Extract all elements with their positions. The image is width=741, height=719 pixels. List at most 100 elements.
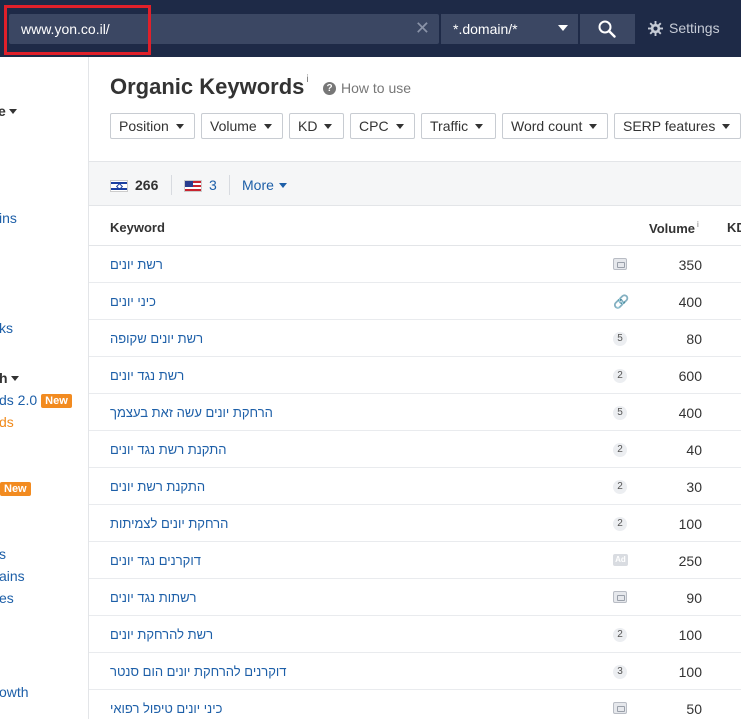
search-button[interactable] [580, 14, 635, 44]
table-row: דוקרנים נגד יונים Ad 250 [89, 542, 741, 579]
mode-dropdown[interactable]: *.domain/* [441, 14, 578, 44]
keyword-link[interactable]: רשת נגד יונים [110, 368, 184, 383]
main-content: Organic Keywords i ? How to use Position … [89, 57, 741, 719]
volume-value: 100 [678, 627, 702, 643]
sidebar-item-overview[interactable]: e [0, 103, 17, 119]
sidebar-item-links[interactable]: ks [0, 320, 13, 336]
table-row: התקנת רשת נגד יונים 2 40 [89, 431, 741, 468]
settings-button[interactable]: Settings [648, 20, 720, 36]
col-volume[interactable]: Volume i [649, 220, 699, 236]
filter-cpc[interactable]: CPC [350, 113, 415, 139]
volume-value: 50 [686, 701, 702, 717]
country-count-us[interactable]: 3 [209, 177, 217, 193]
ad-icon[interactable]: Ad [613, 554, 628, 566]
sidebar-item-competing-domains[interactable]: ains [0, 568, 25, 584]
sidebar-item-new-feature[interactable]: New [0, 480, 31, 496]
serp-count-badge[interactable]: 5 [613, 332, 627, 346]
sidebar-item-pages[interactable]: s [0, 546, 6, 562]
gear-icon [648, 20, 663, 36]
caret-down-icon [589, 124, 598, 129]
caret-down-icon [8, 109, 17, 114]
col-kd[interactable]: KD [727, 220, 741, 235]
table-row: רשת יונים 350 [89, 246, 741, 283]
table-row: רשת נגד יונים 2 600 [89, 357, 741, 394]
keyword-link[interactable]: הרחקת יונים עשה זאת בעצמך [110, 405, 273, 420]
volume-value: 100 [678, 664, 702, 680]
new-badge: New [41, 394, 72, 408]
keyword-link[interactable]: דוקרנים להרחקת יונים הום סנטר [110, 664, 286, 679]
serp-count-badge[interactable]: 2 [613, 480, 627, 494]
keyword-link[interactable]: כיני יונים [110, 294, 156, 309]
serp-count-badge[interactable]: 2 [613, 369, 627, 383]
volume-value: 400 [678, 405, 702, 421]
col-keyword[interactable]: Keyword [110, 220, 165, 235]
keyword-link[interactable]: התקנת רשת יונים [110, 479, 205, 494]
volume-value: 100 [678, 516, 702, 532]
table-row: כיני יונים 🔗 400 [89, 283, 741, 320]
sidebar-item-keywords-2[interactable]: ds 2.0 New [0, 392, 72, 408]
question-icon: ? [323, 81, 336, 95]
table-row: התקנת רשת יונים 2 30 [89, 468, 741, 505]
country-count-il[interactable]: 266 [135, 177, 158, 193]
filter-word-count[interactable]: Word count [502, 113, 608, 139]
search-icon [598, 20, 616, 38]
caret-down-icon [263, 124, 272, 129]
sidebar-item-growth[interactable]: owth [0, 684, 29, 700]
sidebar: e ins ks h ds 2.0New ds New s ains es ow… [0, 57, 89, 719]
keyword-link[interactable]: רשתות נגד יונים [110, 590, 197, 605]
caret-down-icon [10, 376, 19, 381]
filter-position[interactable]: Position [110, 113, 195, 139]
israel-flag-icon[interactable] [110, 180, 128, 192]
info-icon[interactable]: i [697, 220, 699, 229]
mode-dropdown-value: *.domain/* [453, 21, 518, 37]
filter-kd[interactable]: KD [289, 113, 344, 139]
keyword-link[interactable]: התקנת רשת נגד יונים [110, 442, 226, 457]
caret-down-icon [324, 124, 333, 129]
keyword-link[interactable]: הרחקת יונים לצמיתות [110, 516, 228, 531]
us-flag-icon[interactable] [184, 180, 202, 192]
volume-value: 40 [686, 442, 702, 458]
serp-count-badge[interactable]: 2 [613, 517, 627, 531]
serp-count-badge[interactable]: 2 [613, 443, 627, 457]
new-badge: New [0, 482, 31, 496]
table-row: הרחקת יונים עשה זאת בעצמך 5 400 [89, 394, 741, 431]
image-icon[interactable] [613, 258, 627, 270]
filter-serp-features[interactable]: SERP features [614, 113, 741, 139]
clear-icon[interactable]: ✕ [415, 19, 430, 37]
serp-count-badge[interactable]: 5 [613, 406, 627, 420]
settings-label: Settings [669, 20, 720, 36]
keyword-link[interactable]: רשת להרחקת יונים [110, 627, 213, 642]
caret-down-icon [475, 124, 484, 129]
keyword-link[interactable]: כיני יונים טיפול רפואי [110, 701, 222, 716]
image-icon[interactable] [613, 591, 627, 603]
volume-value: 30 [686, 479, 702, 495]
table-row: הרחקת יונים לצמיתות 2 100 [89, 505, 741, 542]
volume-value: 90 [686, 590, 702, 606]
volume-value: 600 [678, 368, 702, 384]
filter-traffic[interactable]: Traffic [421, 113, 496, 139]
country-strip: 266 3 More [89, 161, 741, 206]
table-row: רשתות נגד יונים 90 [89, 579, 741, 616]
table-row: רשת להרחקת יונים 2 100 [89, 616, 741, 653]
keyword-link[interactable]: רשת יונים [110, 257, 163, 272]
sidebar-item-organic-keywords[interactable]: ds [0, 414, 14, 430]
sidebar-item-organic-search[interactable]: h [0, 370, 19, 386]
more-countries-button[interactable]: More [242, 177, 287, 193]
filter-volume[interactable]: Volume [201, 113, 283, 139]
serp-count-badge[interactable]: 3 [613, 665, 627, 679]
volume-value: 250 [678, 553, 702, 569]
divider [171, 175, 172, 195]
serp-count-badge[interactable]: 2 [613, 628, 627, 642]
image-icon[interactable] [613, 702, 627, 714]
keyword-link[interactable]: דוקרנים נגד יונים [110, 553, 201, 568]
info-icon[interactable]: i [306, 74, 308, 85]
caret-down-icon [175, 124, 184, 129]
sidebar-item-competing-pages[interactable]: es [0, 590, 14, 606]
volume-value: 400 [678, 294, 702, 310]
table-row: רשת יונים שקופה 5 80 [89, 320, 741, 357]
link-icon[interactable]: 🔗 [613, 295, 629, 309]
table-header: Keyword Volumei KD [89, 206, 741, 246]
how-to-use-link[interactable]: ? How to use [323, 80, 411, 96]
keyword-link[interactable]: רשת יונים שקופה [110, 331, 203, 346]
sidebar-item-domains[interactable]: ins [0, 210, 17, 226]
